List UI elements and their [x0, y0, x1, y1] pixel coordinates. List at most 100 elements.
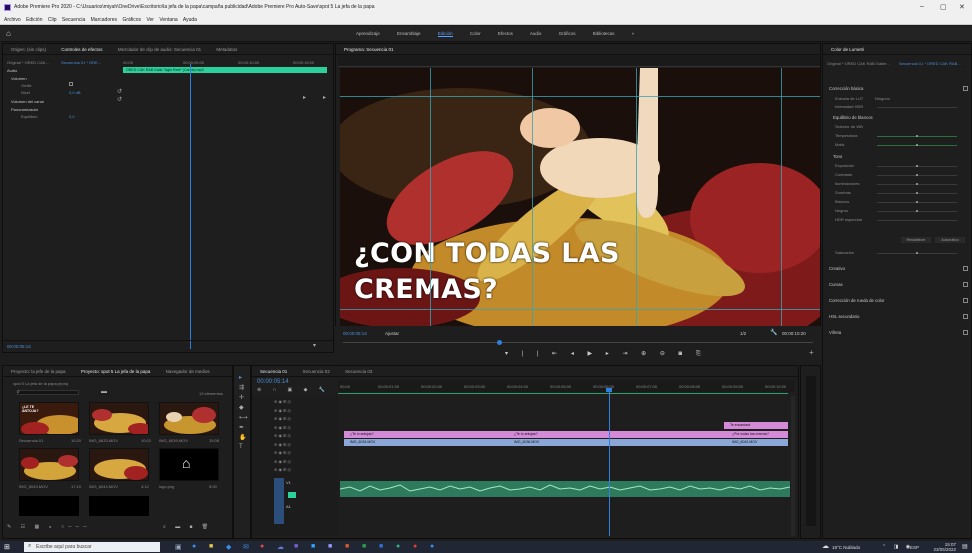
zoom-icon[interactable]: ●: [430, 543, 434, 550]
auto-button[interactable]: Automático: [935, 237, 965, 243]
hdr-specular-slider[interactable]: [877, 220, 957, 221]
tab-program[interactable]: Programa: Secuencia 01: [344, 47, 394, 52]
task-view-icon[interactable]: ▣: [175, 543, 182, 551]
tab-project-1[interactable]: Proyecto: la jefe de la papa: [11, 369, 66, 374]
timeline-playhead[interactable]: [609, 388, 610, 536]
sequence-timecode[interactable]: 00:00:05:14: [257, 379, 289, 385]
menu-ver[interactable]: Ver: [146, 17, 154, 23]
work-area-bar[interactable]: [338, 393, 788, 394]
menu-ayuda[interactable]: Ayuda: [183, 17, 197, 23]
ec-balance[interactable]: Equilibrio: [21, 114, 37, 119]
new-bin-icon[interactable]: ▬: [101, 389, 107, 395]
clip-title-1[interactable]: ¿Te lo antojas?: [344, 431, 508, 438]
exposure-knob[interactable]: [916, 165, 918, 167]
play-only-icon[interactable]: ▸: [303, 94, 306, 101]
clip-title-3[interactable]: ¿Por todas las cremas?: [726, 431, 788, 438]
onedrive-icon[interactable]: ☁: [277, 543, 284, 551]
premiere-taskbar-icon[interactable]: ■: [294, 543, 298, 550]
lumetri-section-color-wheels[interactable]: Corrección de rueda de color: [829, 298, 884, 303]
omit-checkbox[interactable]: [69, 82, 73, 86]
thumb-black-1[interactable]: [19, 496, 79, 516]
workspace-efectos[interactable]: Efectos: [498, 31, 513, 36]
menu-secuencia[interactable]: Secuencia: [62, 17, 85, 23]
lumetri-section-basic[interactable]: Corrección básica: [829, 86, 863, 91]
powerpoint-icon[interactable]: ■: [345, 543, 349, 550]
lumetri-section-creative[interactable]: Creativo: [829, 266, 845, 271]
language-indicator[interactable]: ESP: [910, 545, 919, 550]
project-search-input[interactable]: [17, 390, 79, 395]
ec-level[interactable]: Nivel: [21, 90, 30, 95]
timeline-scrollbar[interactable]: [791, 396, 795, 536]
lumetri-sequence[interactable]: Secuencia 01 * ORED CAK RAB...: [899, 61, 961, 66]
razor-tool-icon[interactable]: ◆: [239, 404, 244, 411]
clip-video-3[interactable]: IMG_6042.MOV: [726, 439, 788, 446]
workspace-more[interactable]: »: [632, 31, 635, 36]
reset-button[interactable]: Restablecer: [901, 237, 931, 243]
track-label-a1[interactable]: A1: [286, 504, 291, 509]
hand-tool-icon[interactable]: ✋: [239, 434, 246, 441]
track-select-tool-icon[interactable]: ⇶: [239, 384, 244, 391]
mail-icon[interactable]: ✉: [243, 543, 249, 551]
contrast-knob[interactable]: [916, 174, 918, 176]
loop-icon[interactable]: ▸: [323, 94, 326, 101]
reset-icon[interactable]: ↺: [117, 96, 122, 103]
workspace-audio[interactable]: Audio: [530, 31, 542, 36]
windows-start-icon[interactable]: ⊞: [4, 543, 10, 551]
maximize-button[interactable]: ▢: [940, 3, 947, 11]
thumb-logo[interactable]: ⌂: [159, 448, 219, 481]
file-explorer-icon[interactable]: ■: [209, 543, 213, 550]
timeline-playhead-handle[interactable]: [606, 388, 612, 392]
ec-level-value[interactable]: 0,0 dB: [69, 90, 81, 95]
tab-audio-mixer[interactable]: Mezclador de clip de audio: Secuencia 01: [118, 47, 201, 52]
workspace-aprendizaje[interactable]: Aprendizaje: [356, 31, 380, 36]
lumetri-section-curves[interactable]: Curvas: [829, 282, 843, 287]
ec-fx-channel[interactable]: Volumen del canal: [11, 99, 44, 104]
tab-lumetri[interactable]: Color de Lumetri: [831, 47, 864, 52]
ec-playhead[interactable]: [190, 64, 191, 349]
taskbar-search-box[interactable]: ⌕ Escribe aquí para buscar: [24, 542, 160, 552]
tab-sequence-03[interactable]: Secuencia 03: [345, 369, 372, 374]
safe-guide-bottom[interactable]: [340, 309, 820, 310]
workspace-bibliotecas[interactable]: Bibliotecas: [593, 31, 615, 36]
thumb-black-2[interactable]: [89, 496, 149, 516]
guide-vertical-0[interactable]: [430, 68, 431, 326]
menu-edicion[interactable]: Edición: [26, 17, 42, 23]
thumb-secuencia-01[interactable]: ¿LE TE ANTOJA?: [19, 402, 79, 435]
track-label-v1[interactable]: V1: [286, 480, 291, 485]
guide-vertical-2[interactable]: [636, 68, 637, 326]
quality-dropdown[interactable]: 1/2: [740, 331, 746, 336]
transport-controls[interactable]: ▾ | | ⇤ ◂ ▶ ▸ ⇥ ⊕ ⊖ ◙ ⎘: [505, 350, 707, 358]
program-timecode[interactable]: 00:00:05:14: [343, 331, 367, 336]
vignette-toggle-checkbox[interactable]: [963, 330, 968, 335]
hdr-slider[interactable]: [877, 107, 957, 108]
chrome-icon[interactable]: ●: [260, 543, 264, 550]
track-target-column[interactable]: [274, 478, 284, 524]
curves-toggle-checkbox[interactable]: [963, 282, 968, 287]
whatsapp-icon[interactable]: ●: [396, 543, 400, 550]
tint-knob[interactable]: [916, 144, 918, 146]
audio-clip-a1[interactable]: [339, 481, 791, 497]
audio-track-sync-toggle[interactable]: [288, 492, 296, 498]
program-video-frame[interactable]: ¿CON TODAS LAS CREMAS?: [340, 68, 820, 326]
track-header-icons[interactable]: ⊕ ◉ ⊞ ◎ ⊕ ◉ ⊞ ◎ ⊕ ◉ ⊞ ◎ ⊕ ◉ ⊞ ◎ ⊕ ◉ ⊞ ◎ ⊕ ◉ ⊞…: [274, 398, 291, 475]
menu-clip[interactable]: Clip: [48, 17, 57, 23]
pen-tool-icon[interactable]: ✒: [239, 424, 244, 431]
weather-text[interactable]: 19°C Nublado: [832, 545, 860, 550]
store-icon[interactable]: ◆: [226, 543, 231, 551]
lut-value[interactable]: Ninguno: [875, 96, 890, 101]
clip-video-1[interactable]: IMG_6034.MOV: [344, 439, 508, 446]
tab-sequence-01[interactable]: Secuencia 01: [260, 369, 287, 374]
hsl-toggle-checkbox[interactable]: [963, 314, 968, 319]
wrench-icon[interactable]: 🔧: [770, 329, 777, 336]
shadows-knob[interactable]: [916, 192, 918, 194]
excel-icon[interactable]: ■: [362, 543, 366, 550]
ec-clip-bar[interactable]: ORED CAK RAB Gallo "Agin Reel" (Canda).m…: [123, 67, 327, 73]
temperature-knob[interactable]: [916, 135, 918, 137]
project-footer-actions[interactable]: ⌕ ▬ ◼ 🗑: [163, 524, 212, 530]
tab-project-2[interactable]: Proyecto: spot 5 La jefa de la papa: [81, 369, 151, 374]
word-icon[interactable]: ■: [379, 543, 383, 550]
ec-fx-volume[interactable]: Volumen: [11, 76, 27, 81]
workspace-ensamblaje[interactable]: Ensamblaje: [397, 31, 421, 36]
guide-vertical-1[interactable]: [532, 68, 533, 326]
ec-omit[interactable]: Omitir: [21, 83, 32, 88]
